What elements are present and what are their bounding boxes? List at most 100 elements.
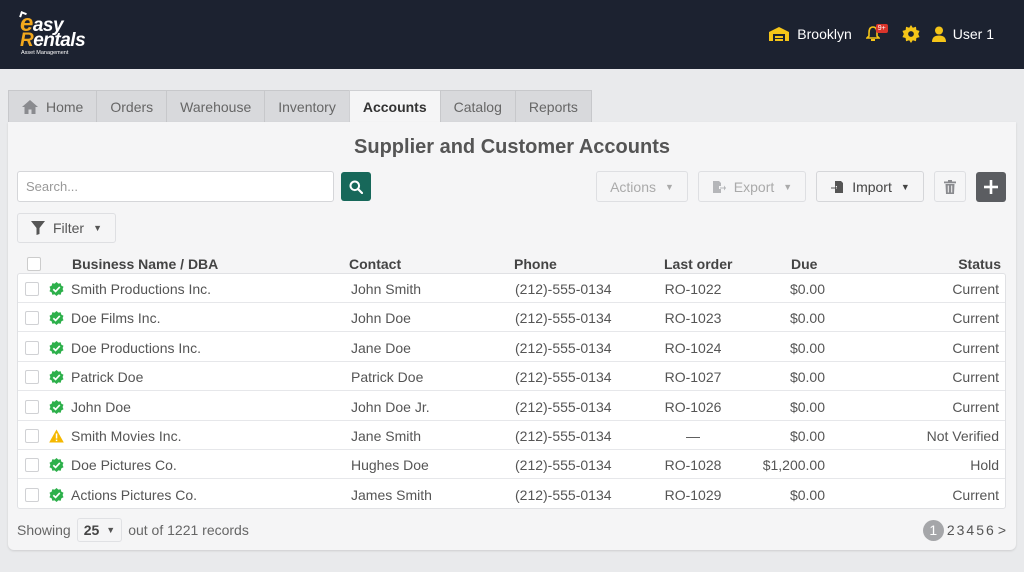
export-label: Export bbox=[733, 178, 775, 195]
cell-business-name: Smith Productions Inc. bbox=[71, 281, 212, 297]
verified-check-icon bbox=[49, 399, 64, 414]
tab-label: Home bbox=[46, 99, 84, 115]
export-dropdown[interactable]: Export ▼ bbox=[698, 171, 806, 202]
cell-due: $1,200.00 bbox=[762, 457, 825, 474]
table-row[interactable]: Actions Pictures Co. James Smith (212)-555… bbox=[18, 480, 1005, 509]
column-contact[interactable]: Contact bbox=[349, 256, 401, 272]
cell-status: Current bbox=[952, 398, 999, 415]
verified-check-icon bbox=[49, 311, 64, 326]
cell-business-name: John Doe bbox=[71, 398, 131, 415]
table-row[interactable]: Patrick Doe Patrick Doe (212)-555-0134 RO-1… bbox=[18, 362, 1005, 392]
column-business-name[interactable]: Business Name / DBA bbox=[72, 256, 218, 272]
verified-check-icon bbox=[49, 370, 64, 385]
column-status[interactable]: Status bbox=[958, 256, 1001, 272]
top-bar: easy Rentals Asset Management Brooklyn 9+… bbox=[0, 0, 1024, 69]
row-checkbox[interactable] bbox=[25, 370, 39, 385]
user-name: User 1 bbox=[952, 26, 994, 42]
easy-rentals-logo[interactable]: easy Rentals Asset Management bbox=[18, 11, 86, 58]
cell-business-name: Doe Pictures Co. bbox=[71, 457, 177, 474]
add-account-button[interactable] bbox=[976, 172, 1006, 202]
row-checkbox[interactable] bbox=[25, 429, 39, 443]
page-4[interactable]: 4 bbox=[966, 522, 974, 538]
cell-due: $0.00 bbox=[789, 339, 825, 356]
cell-phone: (212)-555-0134 bbox=[515, 369, 612, 386]
home-icon bbox=[22, 100, 38, 114]
cell-contact: Jane Doe bbox=[351, 339, 411, 356]
column-phone[interactable]: Phone bbox=[514, 256, 557, 272]
row-checkbox[interactable] bbox=[25, 340, 39, 355]
cell-business-name: Patrick Doe bbox=[71, 369, 144, 386]
tab-accounts[interactable]: Accounts bbox=[348, 90, 441, 123]
gear-icon[interactable] bbox=[902, 25, 920, 43]
cell-contact: James Smith bbox=[351, 486, 432, 503]
next-page[interactable]: > bbox=[998, 522, 1006, 538]
table-row[interactable]: Doe Films Inc. John Doe (212)-555-0134 RO-1… bbox=[18, 303, 1005, 333]
cell-contact: John Doe bbox=[351, 310, 411, 327]
table-row[interactable]: John Doe John Doe Jr. (212)-555-0134 RO-102… bbox=[18, 392, 1005, 421]
page-2[interactable]: 2 bbox=[947, 522, 955, 538]
chevron-down-icon: ▼ bbox=[93, 223, 103, 233]
search-input[interactable] bbox=[17, 171, 334, 202]
filter-label: Filter bbox=[52, 220, 85, 236]
search-button[interactable] bbox=[341, 172, 371, 201]
tab-catalog[interactable]: Catalog bbox=[439, 90, 516, 123]
cell-phone: (212)-555-0134 bbox=[515, 486, 612, 503]
table-row[interactable]: Smith Movies Inc. Jane Smith (212)-555-013… bbox=[18, 421, 1005, 450]
cell-business-name: Doe Productions Inc. bbox=[71, 339, 201, 356]
filter-dropdown[interactable]: Filter ▼ bbox=[17, 213, 116, 243]
row-checkbox[interactable] bbox=[25, 399, 39, 414]
table-row[interactable]: Smith Productions Inc. John Smith (212)-55… bbox=[18, 274, 1005, 303]
import-dropdown[interactable]: Import ▼ bbox=[816, 171, 924, 202]
cell-business-name: Doe Films Inc. bbox=[71, 310, 161, 327]
filter-icon bbox=[30, 221, 45, 235]
cell-due: $0.00 bbox=[789, 369, 825, 386]
page-5[interactable]: 5 bbox=[976, 522, 984, 538]
row-checkbox[interactable] bbox=[25, 487, 39, 502]
cell-status: Current bbox=[952, 369, 999, 386]
column-due[interactable]: Due bbox=[791, 256, 817, 272]
user-menu[interactable]: User 1 bbox=[931, 26, 994, 42]
cell-business-name: Actions Pictures Co. bbox=[71, 486, 198, 503]
plus-icon bbox=[984, 180, 998, 194]
cell-phone: (212)-555-0134 bbox=[515, 398, 612, 415]
actions-dropdown[interactable]: Actions ▼ bbox=[596, 171, 688, 202]
cell-last-order: RO-1023 bbox=[664, 310, 722, 327]
row-checkbox[interactable] bbox=[25, 282, 39, 296]
tab-home[interactable]: Home bbox=[8, 90, 98, 123]
cell-status: Not Verified bbox=[926, 428, 999, 444]
column-last-order[interactable]: Last order bbox=[664, 256, 732, 272]
delete-button[interactable] bbox=[934, 171, 966, 202]
cell-phone: (212)-555-0134 bbox=[515, 339, 612, 356]
tab-label: Accounts bbox=[362, 99, 427, 115]
table-row[interactable]: Doe Pictures Co. Hughes Doe (212)-555-0134… bbox=[18, 450, 1005, 480]
accounts-panel: Supplier and Customer Accounts Actions▼ … bbox=[8, 122, 1016, 550]
warehouse-icon bbox=[769, 27, 790, 41]
search-icon bbox=[349, 180, 363, 194]
page-size-value: 25 bbox=[83, 522, 100, 538]
table-header: Business Name / DBA Contact Phone Last o… bbox=[17, 252, 1006, 274]
verified-check-icon bbox=[49, 282, 64, 296]
records-summary: Showing 25 ▼ out of 1221 records bbox=[17, 518, 249, 542]
tab-label: Reports bbox=[528, 99, 578, 115]
tab-warehouse[interactable]: Warehouse bbox=[166, 90, 266, 123]
cell-status: Current bbox=[952, 486, 999, 503]
page-1[interactable]: 1 bbox=[922, 519, 944, 541]
tab-orders[interactable]: Orders bbox=[96, 90, 168, 123]
export-icon bbox=[712, 180, 726, 193]
page-3[interactable]: 3 bbox=[957, 522, 965, 538]
tab-reports[interactable]: Reports bbox=[514, 90, 592, 123]
select-all-checkbox[interactable] bbox=[27, 257, 41, 271]
import-icon bbox=[831, 180, 844, 193]
notifications-button[interactable]: 9+ bbox=[865, 24, 888, 44]
tab-inventory[interactable]: Inventory bbox=[264, 90, 350, 123]
user-icon bbox=[931, 26, 946, 42]
page-size-select[interactable]: 25 ▼ bbox=[76, 518, 123, 542]
location-name: Brooklyn bbox=[797, 26, 852, 42]
page-6[interactable]: 6 bbox=[986, 522, 994, 538]
location-selector[interactable]: Brooklyn bbox=[768, 26, 852, 42]
row-checkbox[interactable] bbox=[25, 458, 39, 473]
tab-label: Warehouse bbox=[180, 99, 252, 115]
table-row[interactable]: Doe Productions Inc. Jane Doe (212)-555-01… bbox=[18, 333, 1005, 362]
cell-status: Current bbox=[952, 281, 999, 297]
row-checkbox[interactable] bbox=[25, 311, 39, 326]
